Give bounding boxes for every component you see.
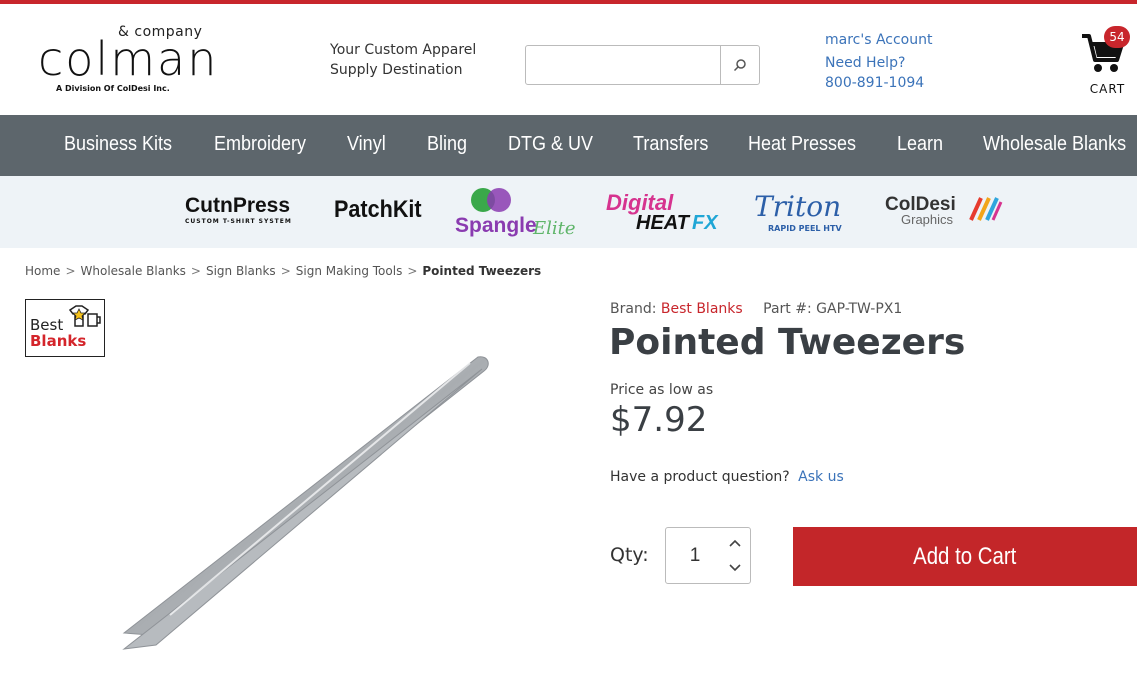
brand-digital-line3: FX: [692, 212, 718, 234]
ask-us-link[interactable]: Ask us: [798, 469, 844, 485]
logo-division-text: A Division Of ColDesi Inc.: [56, 84, 170, 93]
question-text: Have a product question?: [610, 469, 790, 485]
quantity-input[interactable]: [666, 528, 724, 583]
nav-item-heat-presses[interactable]: Heat Presses: [748, 133, 856, 156]
quantity-stepper: [665, 527, 751, 584]
brand-bar: CutnPress CUSTOM T-SHIRT SYSTEM PatchKit…: [0, 176, 1137, 248]
part-label: Part #:: [763, 301, 812, 317]
brand-cutnpress-name: CutnPress: [185, 194, 291, 217]
breadcrumb-sign-making-tools[interactable]: Sign Making Tools: [296, 264, 403, 278]
tagline: Your Custom Apparel Supply Destination: [330, 40, 476, 80]
nav-item-dtg-uv[interactable]: DTG & UV: [508, 133, 593, 156]
best-blanks-brand-logo[interactable]: Best Blanks: [25, 299, 105, 357]
nav-item-wholesale-blanks[interactable]: Wholesale Blanks: [983, 133, 1126, 156]
breadcrumb: Home > Wholesale Blanks > Sign Blanks > Sign M…: [25, 264, 541, 278]
breadcrumb-home[interactable]: Home: [25, 264, 60, 278]
brand-digital-line2: HEAT: [636, 212, 689, 234]
site-logo[interactable]: & company colman A Division Of ColDesi I…: [38, 24, 218, 100]
breadcrumb-sign-blanks[interactable]: Sign Blanks: [206, 264, 276, 278]
cart-count-badge: 54: [1104, 26, 1130, 48]
product-meta: Brand: Best Blanks Part #: GAP-TW-PX1: [610, 301, 902, 317]
shirt-mug-icon: [68, 305, 101, 327]
brand-triton-name: Triton: [754, 190, 842, 223]
breadcrumb-wholesale-blanks[interactable]: Wholesale Blanks: [81, 264, 186, 278]
brand-triton-logo[interactable]: Triton RAPID PEEL HTV: [754, 190, 858, 238]
brand-coldesi-sub: Graphics: [901, 212, 954, 227]
brand-spangle-name: Spangle: [455, 214, 537, 237]
breadcrumb-separator: >: [190, 264, 201, 278]
qty-increment-button[interactable]: [724, 532, 746, 554]
price-label: Price as low as: [610, 382, 714, 398]
search-input[interactable]: [526, 46, 721, 84]
product-title: Pointed Tweezers: [609, 322, 966, 363]
tweezers-image: [122, 356, 489, 650]
phone-link[interactable]: 800-891-1094: [825, 73, 932, 93]
search-box: [525, 45, 760, 85]
chevron-down-icon: [729, 564, 741, 572]
qty-decrement-button[interactable]: [724, 557, 746, 579]
breadcrumb-separator: >: [65, 264, 76, 278]
add-to-cart-button[interactable]: Add to Cart: [793, 527, 1137, 586]
product-price: $7.92: [610, 400, 708, 440]
qty-label: Qty:: [610, 544, 649, 566]
breadcrumb-current: Pointed Tweezers: [422, 264, 542, 278]
brand-logo-line-2: Blanks: [30, 332, 87, 350]
nav-item-learn[interactable]: Learn: [897, 133, 943, 156]
search-icon: [733, 59, 746, 72]
chevron-up-icon: [729, 539, 741, 547]
brand-label: Brand:: [610, 301, 657, 317]
brand-cutnpress-sub: CUSTOM T-SHIRT SYSTEM: [185, 218, 292, 225]
main-nav: Business Kits Embroidery Vinyl Bling DTG…: [0, 115, 1137, 176]
part-number: GAP-TW-PX1: [816, 301, 903, 317]
brand-coldesi-graphics-logo[interactable]: ColDesi Graphics: [885, 194, 1003, 234]
nav-item-business-kits[interactable]: Business Kits: [64, 133, 172, 156]
brand-patchkit-name: PatchKit: [334, 196, 422, 223]
help-link[interactable]: Need Help?: [825, 53, 932, 73]
logo-name: colman: [38, 32, 219, 86]
brand-patchkit-logo[interactable]: PatchKit: [334, 196, 429, 230]
search-button[interactable]: [720, 46, 759, 84]
nav-item-bling[interactable]: Bling: [427, 133, 467, 156]
breadcrumb-separator: >: [280, 264, 291, 278]
product-question: Have a product question? Ask us: [610, 469, 844, 485]
brand-link[interactable]: Best Blanks: [661, 301, 743, 317]
account-links: marc's Account Need Help? 800-891-1094: [825, 30, 932, 96]
nav-item-vinyl[interactable]: Vinyl: [347, 133, 386, 156]
product-image[interactable]: [110, 345, 510, 665]
tagline-line-1: Your Custom Apparel: [330, 42, 477, 58]
account-link[interactable]: marc's Account: [825, 30, 932, 50]
nav-item-embroidery[interactable]: Embroidery: [214, 133, 306, 156]
tagline-line-2: Supply Destination: [330, 62, 463, 78]
cart-label: CART: [1089, 82, 1126, 96]
brand-spangle-logo[interactable]: Spangle Elite: [455, 186, 580, 242]
cart-button[interactable]: 54 CART: [1080, 26, 1135, 100]
breadcrumb-separator: >: [407, 264, 418, 278]
coldesi-stripes-icon: [969, 197, 1003, 221]
nav-item-transfers[interactable]: Transfers: [633, 133, 708, 156]
brand-triton-sub: RAPID PEEL HTV: [768, 224, 842, 233]
brand-spangle-suffix: Elite: [533, 218, 576, 239]
brand-cutnpress-logo[interactable]: CutnPress CUSTOM T-SHIRT SYSTEM: [185, 194, 307, 234]
top-accent-strip: [0, 0, 1137, 4]
add-to-cart-label: Add to Cart: [913, 542, 1017, 570]
brand-digital-heatfx-logo[interactable]: Digital HEAT FX: [606, 190, 726, 236]
